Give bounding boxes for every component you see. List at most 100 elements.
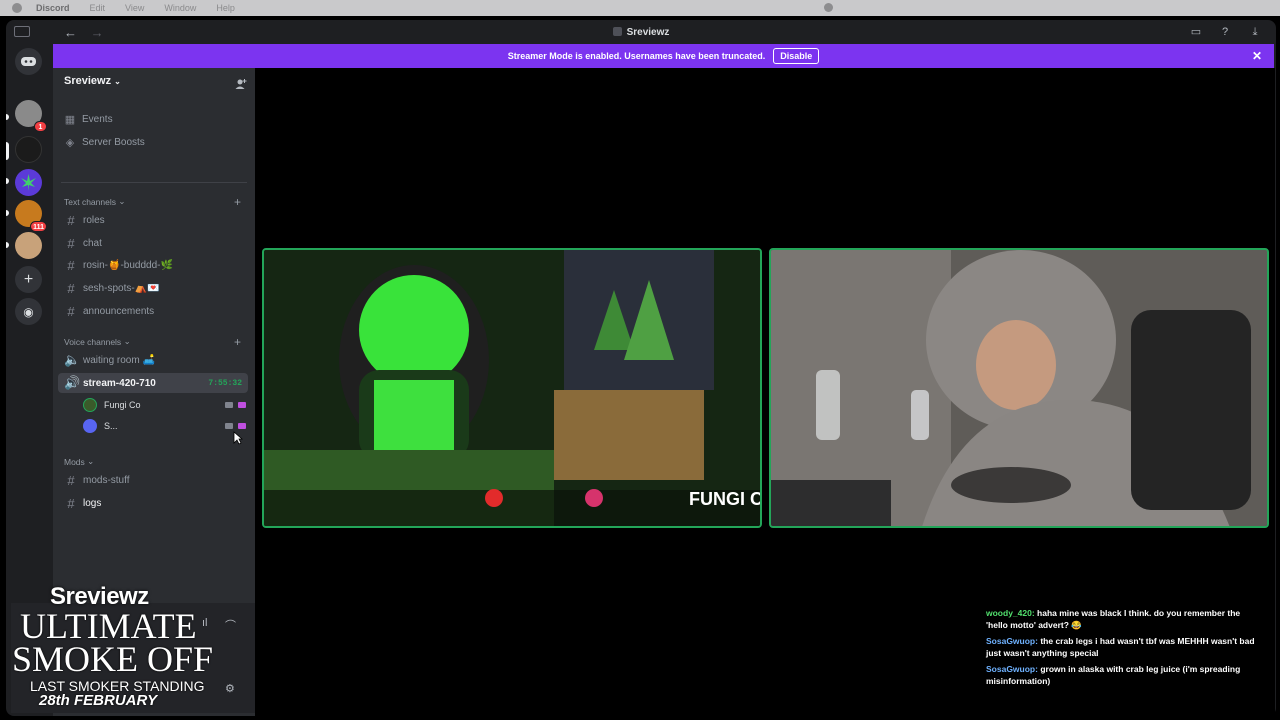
voice-channel-label: waiting room 🛋️ xyxy=(83,354,155,366)
hash-icon: # xyxy=(67,257,75,273)
voice-user[interactable]: Fungi Co xyxy=(83,396,246,414)
chevron-down-icon: ⌄ xyxy=(114,77,121,86)
server-avatar-sreviewz[interactable] xyxy=(15,136,42,163)
server-boosts-item[interactable]: ◈ Server Boosts xyxy=(64,133,145,151)
voice-user[interactable]: S... xyxy=(83,417,246,435)
unread-pill xyxy=(6,210,9,216)
help-icon[interactable]: ? xyxy=(1219,26,1231,38)
calendar-icon: ▦ xyxy=(64,113,76,126)
apple-icon[interactable] xyxy=(12,3,22,13)
create-voice-plus-icon[interactable]: + xyxy=(234,335,241,349)
home-button[interactable] xyxy=(15,48,42,75)
avatar xyxy=(83,398,97,412)
menu-window[interactable]: Window xyxy=(164,3,196,13)
mods-category-label: Mods xyxy=(64,456,85,467)
channel-chat[interactable]: # chat xyxy=(58,233,248,253)
voice-category[interactable]: Voice channels ⌄ + xyxy=(64,335,241,349)
server-boosts-label: Server Boosts xyxy=(82,136,145,148)
server-icon xyxy=(612,26,622,36)
camera-indicator-icon xyxy=(824,3,833,12)
disconnect-icon[interactable]: ⌒ xyxy=(225,617,236,633)
menu-edit[interactable]: Edit xyxy=(90,3,106,13)
boost-icon: ◈ xyxy=(65,136,75,149)
titlebar: ← → Sreviewz ▭ ? ⤓ xyxy=(6,20,1276,44)
channel-logs[interactable]: # logs xyxy=(58,493,248,513)
channel-label: rosin-🍯-budddd-🌿 xyxy=(83,259,173,271)
mac-menubar: Discord Edit View Window Help xyxy=(0,0,1280,16)
chevron-down-icon: ⌄ xyxy=(87,456,95,466)
voice-category-label: Voice channels xyxy=(64,336,122,347)
chat-username: SosaGwuop: xyxy=(986,664,1038,674)
channel-mods-stuff[interactable]: # mods-stuff xyxy=(58,470,248,490)
avatar xyxy=(83,419,97,433)
fungi-logo-text: FUNGI CO xyxy=(689,489,762,509)
hash-icon: # xyxy=(67,235,75,251)
inbox-icon[interactable]: ▭ xyxy=(1190,26,1202,38)
menu-view[interactable]: View xyxy=(125,3,144,13)
server-avatar-5[interactable] xyxy=(15,232,42,259)
chat-message: woody_420: haha mine was black I think. … xyxy=(986,607,1256,631)
server-avatar-leaf[interactable] xyxy=(15,169,42,196)
overlay-date: 28th FEBRUARY xyxy=(39,692,158,709)
video-icon xyxy=(225,402,233,408)
server-name: Sreviewz xyxy=(64,75,112,87)
chevron-down-icon: ⌄ xyxy=(123,336,131,346)
channel-label: announcements xyxy=(83,305,155,317)
channel-label: roles xyxy=(83,214,105,226)
download-icon[interactable]: ⤓ xyxy=(1249,26,1261,38)
chevron-down-icon: ⌄ xyxy=(118,196,126,206)
text-category[interactable]: Text channels ⌄ + xyxy=(64,195,241,209)
server-avatar-1[interactable]: 1 xyxy=(15,100,47,132)
channel-label: sesh-spots-⛺️💌 xyxy=(83,282,160,294)
channel-label: logs xyxy=(83,497,102,509)
stream-tile-sreviewz[interactable] xyxy=(769,248,1269,528)
events-item[interactable]: ▦ Events xyxy=(64,110,113,128)
menu-app[interactable]: Discord xyxy=(36,3,70,13)
server-header[interactable]: Sreviewz ⌄ xyxy=(64,75,121,87)
unread-pill xyxy=(6,242,9,248)
voice-channel-waiting-room[interactable]: 🔈 waiting room 🛋️ xyxy=(58,350,248,370)
close-icon[interactable]: ✕ xyxy=(1252,49,1262,63)
divider xyxy=(61,182,247,183)
discover-button[interactable]: ◉ xyxy=(15,298,42,325)
add-server-button[interactable]: + xyxy=(15,266,42,293)
speaker-icon: 🔊 xyxy=(64,375,81,390)
invite-people-icon[interactable] xyxy=(235,78,247,90)
voice-channel-stream[interactable]: 🔊 stream-420-710 7:55:32 xyxy=(58,373,248,393)
chat-message: SosaGwuop: the crab legs i had wasn't tb… xyxy=(986,635,1256,659)
banner-text: Streamer Mode is enabled. Usernames have… xyxy=(507,51,766,61)
speaker-icon: 🔈 xyxy=(64,352,81,367)
voice-channel-label: stream-420-710 xyxy=(83,377,156,389)
create-channel-plus-icon[interactable]: + xyxy=(234,195,241,209)
mention-badge: 1 xyxy=(34,121,47,132)
stream-tile-fungi[interactable]: FUNGI CO xyxy=(262,248,762,528)
voice-user-name: S... xyxy=(104,421,118,431)
channel-rosin[interactable]: # rosin-🍯-budddd-🌿 xyxy=(58,255,248,275)
gear-icon[interactable]: ⚙ xyxy=(225,682,235,695)
events-label: Events xyxy=(82,113,113,125)
hash-icon: # xyxy=(67,280,75,296)
mods-category[interactable]: Mods ⌄ xyxy=(64,456,94,467)
mouse-cursor-icon xyxy=(233,431,243,445)
window-title: Sreviewz xyxy=(626,26,670,38)
unread-pill xyxy=(6,178,9,184)
hash-icon: # xyxy=(67,212,75,228)
channel-roles[interactable]: # roles xyxy=(58,210,248,230)
selected-pill xyxy=(6,142,9,160)
live-icon xyxy=(238,402,246,408)
voice-timer: 7:55:32 xyxy=(208,378,242,388)
hash-icon: # xyxy=(67,303,75,319)
voice-user-name: Fungi Co xyxy=(104,400,141,410)
channel-sesh-spots[interactable]: # sesh-spots-⛺️💌 xyxy=(58,278,248,298)
chat-username: woody_420: xyxy=(986,608,1035,618)
channel-announcements[interactable]: # announcements xyxy=(58,301,248,321)
menu-help[interactable]: Help xyxy=(216,3,235,13)
text-category-label: Text channels xyxy=(64,196,116,207)
disable-button[interactable]: Disable xyxy=(773,48,820,64)
video-icon xyxy=(225,423,233,429)
live-icon xyxy=(238,423,246,429)
server-avatar-4[interactable]: 111 xyxy=(15,200,47,232)
voice-signal-icon: ıl xyxy=(202,617,208,629)
unread-pill xyxy=(6,114,9,120)
channel-label: chat xyxy=(83,237,102,249)
